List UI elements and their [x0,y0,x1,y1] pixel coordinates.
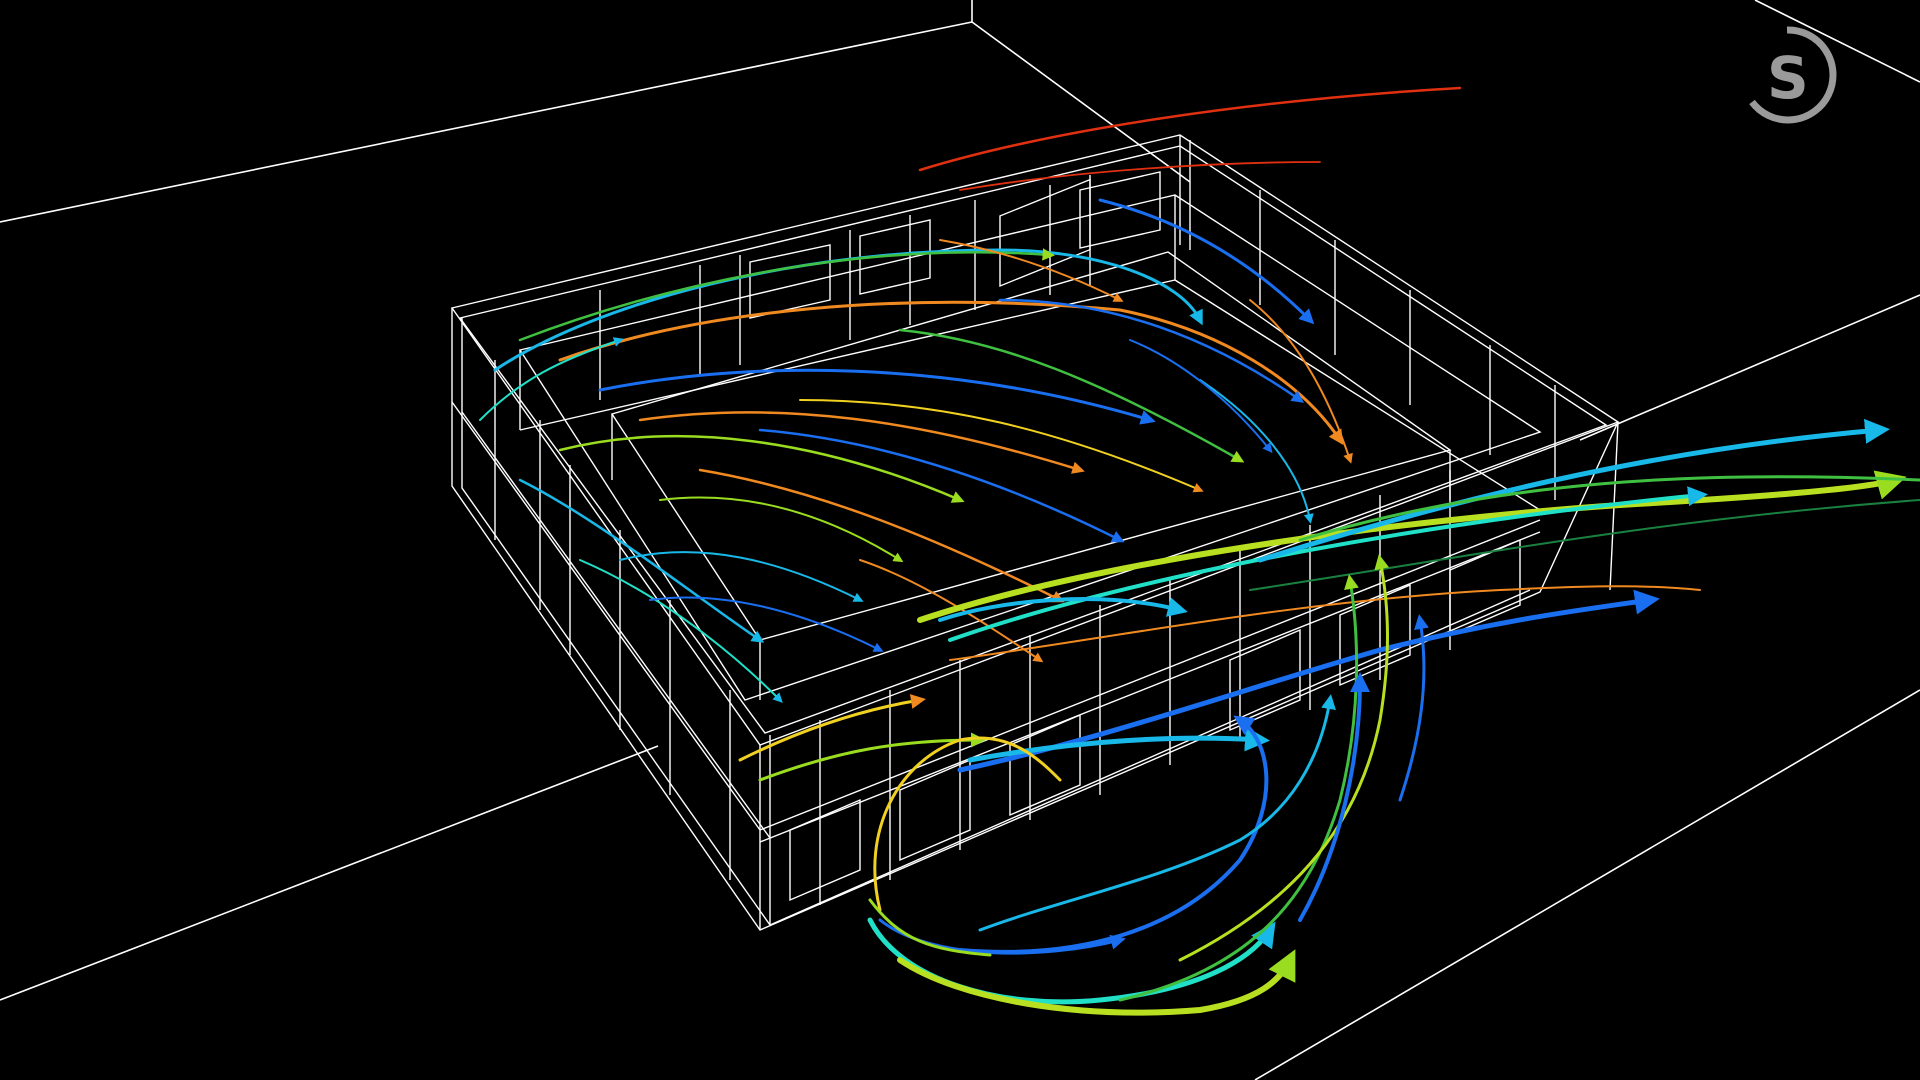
svg-text:S: S [1767,44,1809,112]
exterior-streamlines [867,86,1920,1016]
brand-s-logo-icon: S [1749,26,1837,124]
3d-viewport[interactable]: S [0,0,1920,1080]
cfd-airflow-scene[interactable] [0,0,1920,1080]
domain-boundary [0,0,1920,1080]
